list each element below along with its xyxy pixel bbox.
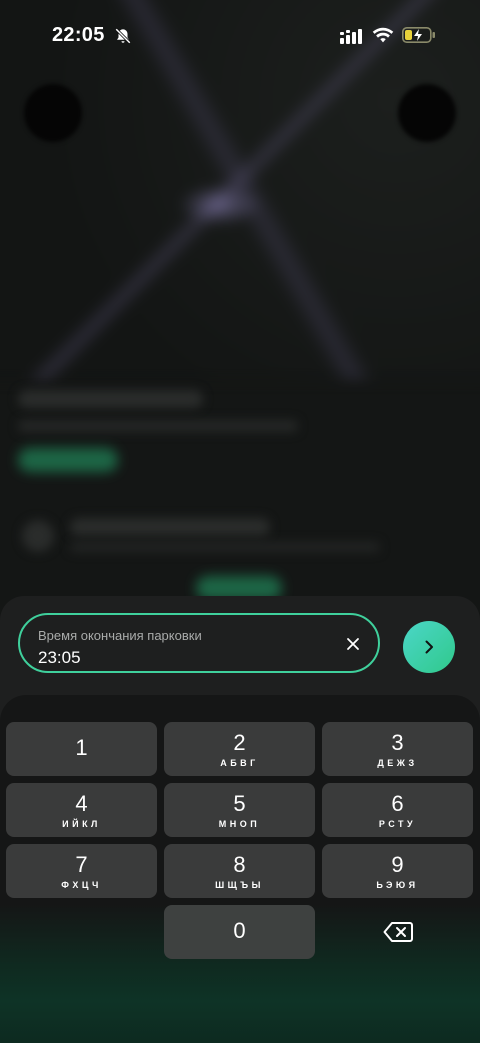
key-4[interactable]: 4 ИЙКЛ (6, 783, 157, 837)
key-digit: 3 (391, 730, 404, 755)
key-1[interactable]: 1 (6, 722, 157, 776)
key-letters: ДЕЖЗ (377, 758, 418, 768)
key-letters: РСТУ (378, 819, 417, 829)
key-digit: 8 (233, 852, 246, 877)
battery-charging-icon (402, 27, 435, 43)
status-bar: 22:05 (0, 0, 480, 70)
key-letters: АБВГ (220, 758, 259, 768)
bell-slash-icon (115, 28, 131, 44)
key-digit: 9 (391, 852, 404, 877)
blurred-background (0, 0, 480, 620)
key-digit: 5 (233, 791, 246, 816)
signal-icon (340, 29, 362, 44)
map-button-right (398, 84, 456, 142)
input-value: 23:05 (38, 648, 81, 667)
key-digit: 1 (75, 735, 88, 760)
backspace-key[interactable] (322, 905, 473, 959)
key-digit: 7 (75, 852, 88, 877)
numeric-keypad: 1 2 АБВГ 3 ДЕЖЗ 4 ИЙКЛ 5 МНОП 6 РСТУ 7 Ф… (0, 695, 480, 1043)
chevron-right-icon (425, 640, 433, 654)
key-digit: 0 (233, 918, 246, 943)
key-5[interactable]: 5 МНОП (164, 783, 315, 837)
key-3[interactable]: 3 ДЕЖЗ (322, 722, 473, 776)
blurred-row-subtitle (70, 542, 380, 552)
blurred-subtitle (18, 420, 298, 432)
wifi-icon (372, 27, 394, 43)
key-0[interactable]: 0 (164, 905, 315, 959)
clear-button[interactable] (342, 633, 364, 655)
next-button[interactable] (403, 621, 455, 673)
blurred-row-title (70, 518, 270, 536)
key-digit: 6 (391, 791, 404, 816)
blurred-badge (18, 448, 118, 472)
key-letters: МНОП (218, 819, 261, 829)
key-digit: 4 (75, 791, 88, 816)
key-9[interactable]: 9 ЬЭЮЯ (322, 844, 473, 898)
key-7[interactable]: 7 ФХЦЧ (6, 844, 157, 898)
key-letters: ИЙКЛ (62, 819, 101, 829)
key-letters: ЬЭЮЯ (376, 880, 419, 890)
key-letters: ШЩЪЫ (215, 880, 264, 890)
key-letters: ФХЦЧ (61, 880, 102, 890)
map-button-left (24, 84, 82, 142)
backspace-icon (383, 922, 413, 942)
input-label: Время окончания парковки (38, 628, 202, 643)
key-6[interactable]: 6 РСТУ (322, 783, 473, 837)
blurred-title (18, 390, 203, 408)
close-icon (347, 638, 359, 650)
key-2[interactable]: 2 АБВГ (164, 722, 315, 776)
parking-end-time-input[interactable]: Время окончания парковки 23:05 (18, 613, 380, 673)
blurred-icon (22, 520, 54, 552)
key-digit: 2 (233, 730, 246, 755)
status-time: 22:05 (52, 24, 105, 46)
key-8[interactable]: 8 ШЩЪЫ (164, 844, 315, 898)
